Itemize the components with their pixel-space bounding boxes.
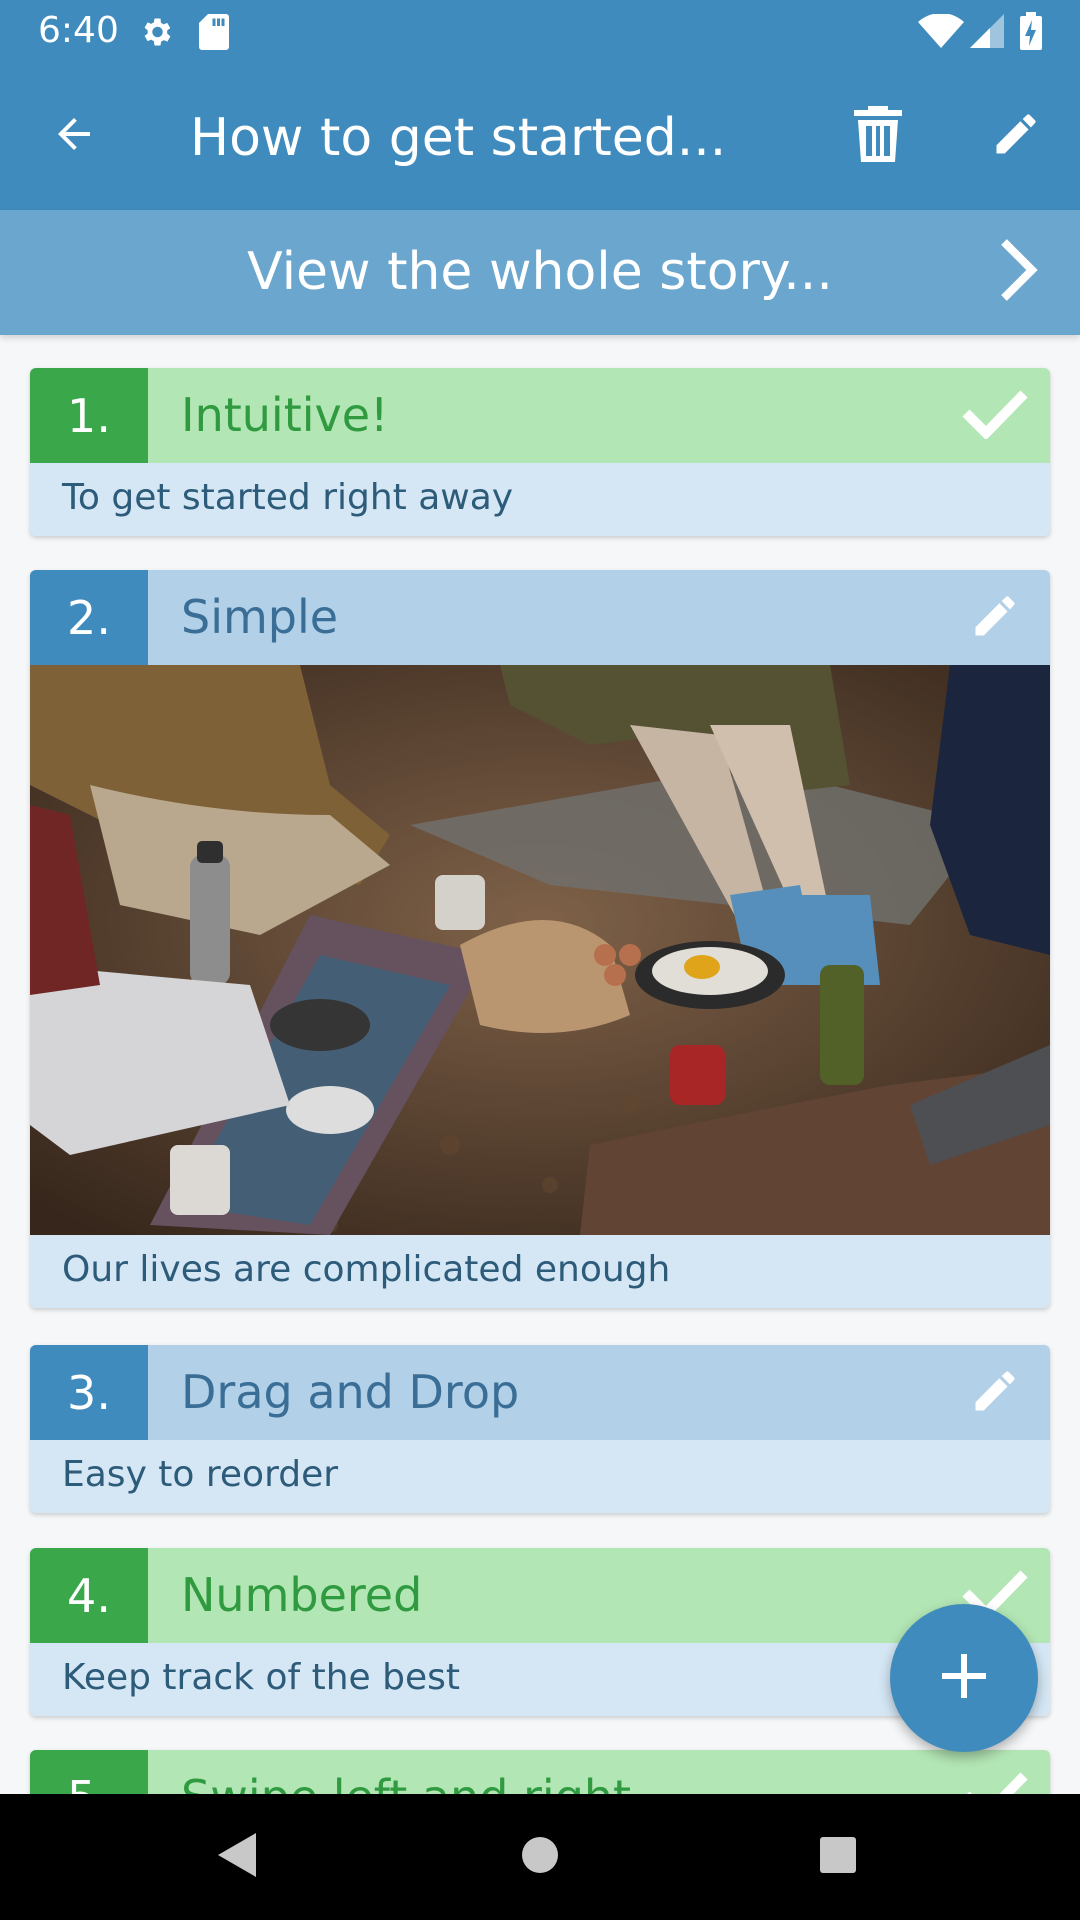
pencil-icon — [990, 108, 1042, 164]
nav-home-circle-icon — [520, 1835, 560, 1879]
edit-item-button[interactable] — [950, 570, 1040, 665]
gear-icon — [138, 14, 174, 54]
nav-recents-square-icon — [818, 1835, 858, 1879]
camping-photo — [30, 665, 1050, 1235]
nav-back-button[interactable] — [178, 1794, 298, 1920]
edit-item-button[interactable] — [950, 1345, 1040, 1440]
item-title: Drag and Drop — [181, 1365, 520, 1419]
item-number: 1. — [30, 368, 148, 463]
nav-home-button[interactable] — [480, 1794, 600, 1920]
list-item[interactable]: 3. Drag and Drop Easy to reorder — [30, 1345, 1050, 1513]
sd-card-icon — [198, 14, 230, 54]
item-number: 3. — [30, 1345, 148, 1440]
item-title: Numbered — [181, 1568, 423, 1622]
plus-icon — [942, 1654, 986, 1702]
edit-title-button[interactable] — [968, 88, 1064, 184]
item-number: 4. — [30, 1548, 148, 1643]
nav-recents-button[interactable] — [778, 1794, 898, 1920]
nav-back-triangle-icon — [216, 1831, 260, 1883]
item-number: 2. — [30, 570, 148, 665]
pencil-icon — [969, 1365, 1021, 1421]
list-item[interactable]: 2. Simple Our lives are complicated enou… — [30, 570, 1050, 1308]
item-title: Intuitive! — [181, 388, 389, 442]
page-title: How to get started... — [190, 108, 727, 168]
status-time: 6:40 — [38, 10, 119, 51]
add-item-button[interactable] — [890, 1604, 1038, 1752]
signal-icon — [970, 14, 1004, 52]
list-item[interactable]: 1. Intuitive! To get started right away — [30, 368, 1050, 536]
battery-charging-icon — [1020, 12, 1042, 54]
card-header: 3. Drag and Drop — [30, 1345, 1050, 1440]
item-subtitle: Easy to reorder — [62, 1454, 339, 1495]
card-header: 2. Simple — [30, 570, 1050, 665]
check-icon — [962, 389, 1028, 443]
arrow-back-icon — [50, 110, 98, 162]
system-nav-bar — [0, 1794, 1080, 1920]
trash-icon — [852, 106, 904, 166]
status-bar: 6:40 — [0, 0, 1080, 62]
wifi-icon — [918, 13, 964, 52]
back-button[interactable] — [26, 88, 122, 184]
card-header: 4. Numbered — [30, 1548, 1050, 1643]
delete-button[interactable] — [830, 88, 926, 184]
pencil-icon — [969, 590, 1021, 646]
chevron-right-icon — [998, 238, 1038, 306]
view-whole-story-label: View the whole story... — [247, 242, 833, 302]
card-header: 1. Intuitive! — [30, 368, 1050, 463]
done-button[interactable] — [950, 368, 1040, 463]
app-bar: How to get started... — [0, 62, 1080, 210]
item-subtitle: Our lives are complicated enough — [62, 1249, 671, 1290]
item-subtitle: To get started right away — [62, 477, 514, 518]
view-whole-story-button[interactable]: View the whole story... — [0, 210, 1080, 335]
item-title: Simple — [181, 590, 339, 644]
